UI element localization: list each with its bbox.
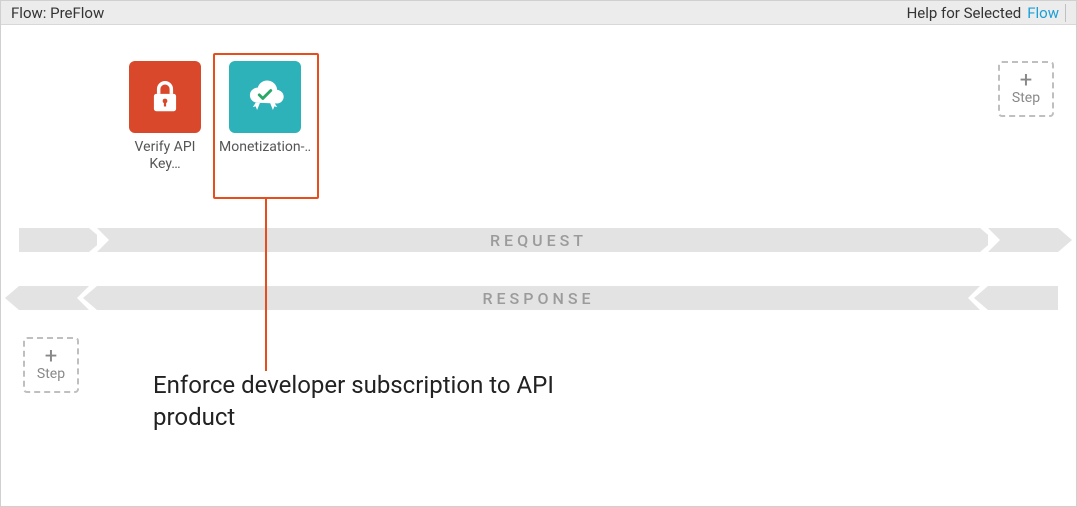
flow-title: Flow: PreFlow bbox=[11, 4, 104, 22]
arrow-segment bbox=[19, 228, 89, 252]
flow-editor: Flow: PreFlow Help for Selected Flow Ver… bbox=[0, 0, 1077, 507]
arrow-segment bbox=[988, 228, 1058, 252]
annotation-connector bbox=[265, 199, 267, 371]
add-step-button-request[interactable]: + Step bbox=[998, 61, 1054, 117]
arrow-segment bbox=[97, 228, 980, 252]
flow-canvas: Verify API Key… Monetization-… REQUEST bbox=[1, 25, 1076, 506]
step-label: Step bbox=[37, 366, 65, 382]
topbar: Flow: PreFlow Help for Selected Flow bbox=[1, 1, 1076, 25]
policy-monetization[interactable]: Monetization-… bbox=[219, 61, 311, 173]
help-label: Help for Selected bbox=[907, 4, 1022, 22]
request-lane: REQUEST bbox=[19, 225, 1058, 255]
response-lane: RESPONSE bbox=[19, 283, 1058, 313]
annotation-text: Enforce developer subscription to API pr… bbox=[153, 369, 573, 434]
plus-icon: + bbox=[45, 348, 57, 366]
arrow-segment bbox=[97, 286, 980, 310]
policy-label: Verify API Key… bbox=[119, 139, 211, 173]
arrow-segment bbox=[19, 286, 89, 310]
policy-verify-api-key[interactable]: Verify API Key… bbox=[119, 61, 211, 173]
policy-label: Monetization-… bbox=[219, 139, 311, 173]
plus-icon: + bbox=[1020, 72, 1032, 90]
step-label: Step bbox=[1012, 90, 1040, 106]
lock-icon bbox=[129, 61, 201, 133]
add-step-button-response[interactable]: + Step bbox=[23, 337, 79, 393]
cloud-check-icon bbox=[229, 61, 301, 133]
flow-link[interactable]: Flow bbox=[1027, 4, 1066, 22]
arrow-segment bbox=[988, 286, 1058, 310]
